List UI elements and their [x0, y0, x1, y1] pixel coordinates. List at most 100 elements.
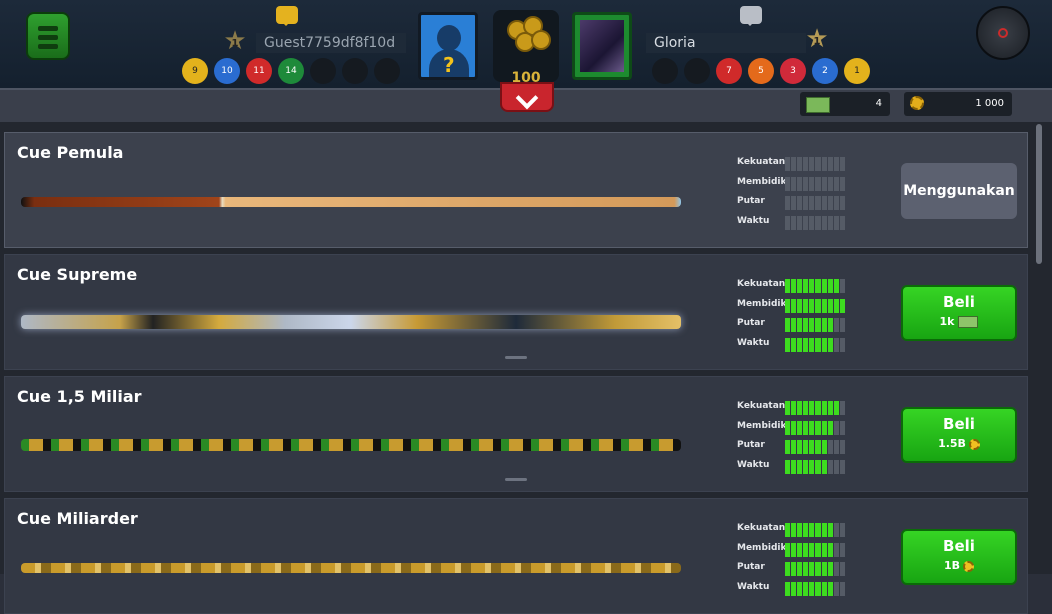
stat-segment — [815, 542, 821, 557]
cue-card[interactable]: Cue Miliarder Kekuatan Membidik Putar Wa… — [4, 498, 1028, 614]
stat-segment — [785, 196, 791, 210]
stat-segment — [803, 440, 809, 454]
stat-segment — [827, 440, 833, 454]
chat-icon[interactable] — [276, 6, 298, 26]
player-right-avatar[interactable] — [572, 12, 632, 80]
chat-muted-icon[interactable] — [740, 6, 762, 26]
match-header: ★ 1 Guest7759df8f10d 9 10 11 14 ? 100 Glo… — [0, 0, 1052, 88]
stat-bar-kekuatan — [785, 523, 845, 537]
avatar-head — [437, 25, 461, 51]
drag-handle — [505, 356, 527, 359]
stat-segment — [815, 523, 821, 537]
buy-button[interactable]: Beli 1B — [901, 529, 1017, 585]
stat-segment — [839, 318, 845, 332]
stat-segment — [809, 542, 815, 557]
stat-segment — [797, 176, 803, 191]
buy-button[interactable]: Beli 1k — [901, 285, 1017, 341]
level-star-icon: ★ 1 — [805, 24, 829, 54]
stat-segment — [815, 459, 821, 474]
stat-segment — [791, 215, 797, 230]
ball-slot — [374, 58, 400, 84]
stat-segment — [821, 542, 827, 557]
use-button[interactable]: Menggunakan — [901, 163, 1017, 219]
stat-segment — [803, 459, 809, 474]
opponent-avatar-image — [580, 20, 624, 72]
ball-slot — [652, 58, 678, 84]
stat-segment — [803, 176, 809, 191]
stat-bar-membidik — [785, 176, 845, 191]
stat-segment — [815, 318, 821, 332]
stat-segment — [797, 542, 803, 557]
stat-segment — [797, 523, 803, 537]
price-value: 1B — [943, 559, 961, 572]
stat-segment — [803, 196, 809, 210]
price: 1k — [903, 315, 1015, 328]
price: 1B — [903, 559, 1015, 572]
stat-segment — [827, 215, 833, 230]
stat-segment — [833, 215, 839, 230]
menu-button[interactable] — [26, 12, 70, 60]
stat-segment — [821, 215, 827, 230]
stat-segment — [833, 176, 839, 191]
ball-7: 7 — [716, 58, 742, 84]
stat-segment — [833, 279, 839, 293]
stat-segment — [821, 581, 827, 596]
stat-segment — [821, 279, 827, 293]
stat-segment — [815, 279, 821, 293]
menu-icon-line — [38, 44, 58, 49]
stat-bar-putar — [785, 196, 845, 210]
stat-segment — [833, 420, 839, 435]
stat-segment — [827, 298, 833, 313]
stat-segment — [785, 523, 791, 537]
cue-spin-button[interactable] — [976, 6, 1030, 60]
stat-segment — [791, 523, 797, 537]
cue-name: Cue 1,5 Miliar — [17, 387, 142, 406]
stat-segment — [827, 420, 833, 435]
price-value: 1k — [939, 315, 955, 328]
stat-segment — [839, 176, 845, 191]
stat-segment — [791, 298, 797, 313]
ball-2: 2 — [812, 58, 838, 84]
stat-segment — [791, 337, 797, 352]
stat-segment — [815, 157, 821, 171]
stat-segment — [785, 420, 791, 435]
cue-card[interactable]: Cue 1,5 Miliar Kekuatan Membidik Putar W… — [4, 376, 1028, 492]
stat-segment — [809, 318, 815, 332]
cue-stats: Kekuatan Membidik Putar Waktu — [737, 521, 857, 599]
player-left-avatar[interactable]: ? — [418, 12, 478, 80]
stat-label: Waktu — [737, 459, 770, 470]
cue-card[interactable]: Cue Pemula Kekuatan Membidik Putar Waktu… — [4, 132, 1028, 248]
stat-bar-membidik — [785, 420, 845, 435]
buy-label: Beli — [943, 293, 975, 311]
buy-button[interactable]: Beli 1.5B — [901, 407, 1017, 463]
ball-3: 3 — [780, 58, 806, 84]
stat-segment — [815, 401, 821, 415]
stat-segment — [785, 176, 791, 191]
stat-segment — [785, 318, 791, 332]
cue-image — [21, 315, 681, 329]
cue-list[interactable]: Cue Pemula Kekuatan Membidik Putar Waktu… — [0, 122, 1052, 614]
stat-segment — [821, 459, 827, 474]
stat-label: Putar — [737, 562, 765, 572]
stat-segment — [833, 459, 839, 474]
cue-image — [21, 439, 681, 451]
stat-segment — [839, 279, 845, 293]
stat-segment — [827, 176, 833, 191]
stat-segment — [791, 318, 797, 332]
collapse-chevron-icon[interactable] — [500, 82, 554, 112]
player-right-name: Gloria — [646, 33, 806, 53]
stat-label: Membidik — [737, 298, 787, 309]
cue-card[interactable]: Cue Supreme Kekuatan Membidik Putar Wakt… — [4, 254, 1028, 370]
stat-segment — [809, 459, 815, 474]
stat-segment — [839, 420, 845, 435]
stat-label: Membidik — [737, 420, 787, 431]
stat-segment — [839, 298, 845, 313]
cue-stats: Kekuatan Membidik Putar Waktu — [737, 277, 857, 355]
stat-label: Membidik — [737, 542, 787, 553]
stat-segment — [833, 542, 839, 557]
stat-segment — [797, 157, 803, 171]
scrollbar[interactable] — [1036, 124, 1042, 264]
stat-bar-putar — [785, 318, 845, 332]
stat-segment — [797, 420, 803, 435]
cue-name: Cue Supreme — [17, 265, 138, 284]
